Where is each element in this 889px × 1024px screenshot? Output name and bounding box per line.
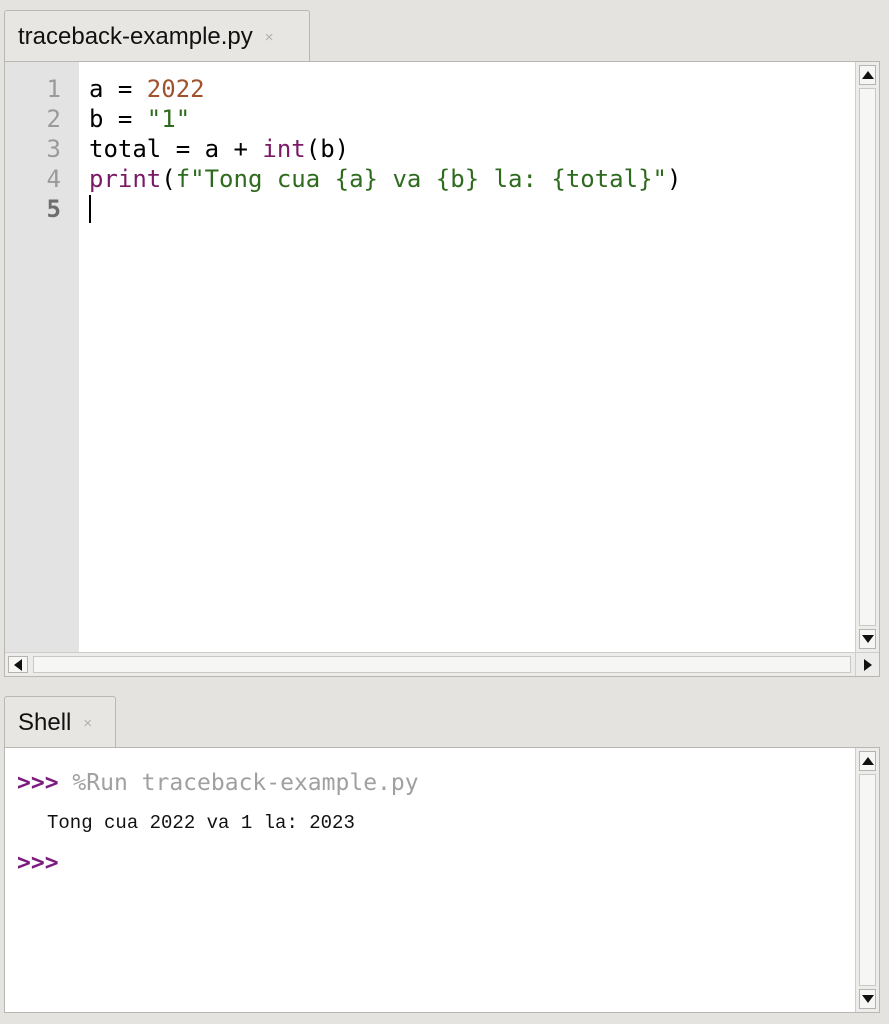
code-token: int (262, 135, 306, 163)
arrow-down-icon (861, 635, 874, 643)
code-token: total = a + (89, 135, 263, 163)
code-text-area[interactable]: a = 2022 b = "1" total = a + int(b) print(f… (89, 74, 681, 224)
code-line[interactable]: b = "1" (89, 104, 681, 134)
line-number: 2 (46, 105, 61, 133)
shell-vertical-scrollbar[interactable] (855, 748, 879, 1012)
code-token: ) (666, 165, 682, 193)
scroll-down-button[interactable] (859, 629, 876, 649)
arrow-up-icon (861, 71, 874, 79)
scrollbar-track[interactable] (859, 774, 876, 986)
shell-command: %Run traceback-example.py (59, 770, 419, 796)
shell-panel[interactable]: >>> %Run traceback-example.py Tong cua 2… (4, 747, 880, 1013)
arrow-up-icon (861, 757, 874, 765)
text-cursor (89, 195, 91, 223)
code-token: b = (89, 105, 147, 133)
code-line[interactable]: print(f"Tong cua {a} va {b} la: {total}"… (89, 164, 681, 194)
code-token: a = (89, 75, 147, 103)
arrow-right-icon (863, 658, 872, 671)
scroll-up-button[interactable] (859, 65, 876, 85)
shell-output: Tong cua 2022 va 1 la: 2023 (47, 812, 355, 834)
code-token: "1" (146, 105, 191, 133)
line-number-gutter: 1 2 3 4 5 (5, 62, 79, 652)
tab-close-icon[interactable]: × (83, 715, 92, 732)
arrow-left-icon (14, 658, 22, 671)
arrow-down-icon (861, 995, 874, 1003)
scroll-down-button[interactable] (859, 989, 876, 1009)
line-number: 4 (46, 165, 61, 193)
editor-horizontal-scrollbar[interactable] (5, 652, 855, 676)
line-number: 1 (46, 75, 61, 103)
shell-command-line: >>> %Run traceback-example.py (17, 768, 849, 798)
code-editor[interactable]: 1 2 3 4 5 a = 2022 b = "1" total = a + int… (4, 61, 880, 677)
scrollbar-track[interactable] (33, 656, 851, 673)
code-token: 2022 (146, 75, 205, 103)
shell-prompt: >>> (17, 850, 59, 876)
tab-shell[interactable]: Shell × (4, 696, 116, 748)
editor-vertical-scrollbar[interactable] (855, 62, 879, 652)
run-command-text: %Run traceback-example.py (72, 770, 419, 796)
scroll-left-button[interactable] (8, 656, 28, 673)
code-token: f"Tong cua {a} va {b} la: {total}" (175, 165, 667, 193)
code-token: print (89, 165, 162, 193)
scrollbar-track[interactable] (859, 88, 876, 626)
tab-traceback-example[interactable]: traceback-example.py × (4, 10, 310, 62)
shell-prompt: >>> (17, 770, 59, 796)
line-number-active: 5 (46, 195, 61, 223)
tab-label: Shell (18, 708, 72, 736)
code-line[interactable] (89, 194, 681, 224)
shell-console[interactable]: >>> %Run traceback-example.py Tong cua 2… (17, 768, 849, 878)
code-line[interactable]: a = 2022 (89, 74, 681, 104)
line-number: 3 (46, 135, 61, 163)
shell-input-line[interactable]: >>> (17, 848, 849, 878)
tab-close-icon[interactable]: × (265, 29, 274, 46)
code-token: (b) (305, 135, 350, 163)
scroll-right-button[interactable] (855, 652, 879, 676)
code-token: ( (161, 165, 176, 193)
tab-label: traceback-example.py (18, 22, 253, 50)
scroll-up-button[interactable] (859, 751, 876, 771)
code-line[interactable]: total = a + int(b) (89, 134, 681, 164)
